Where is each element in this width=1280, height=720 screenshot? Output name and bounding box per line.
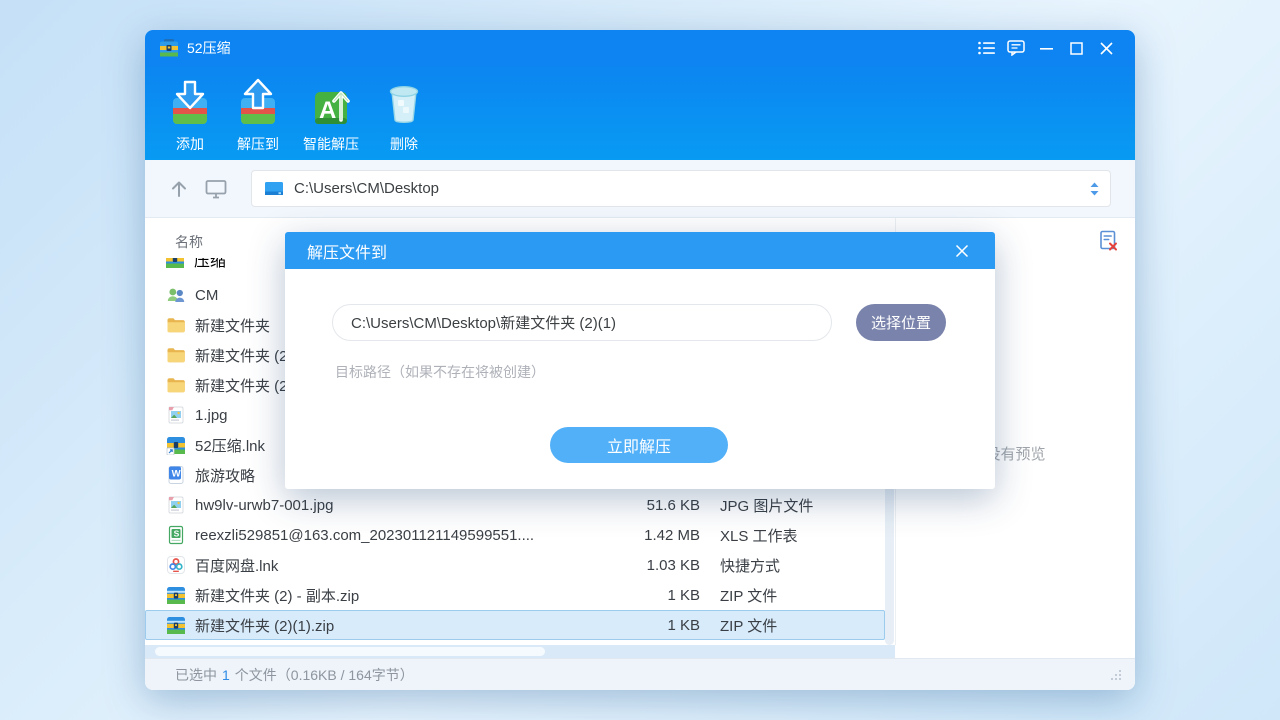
- dialog-body: 选择位置 目标路径（如果不存在将被创建） 立即解压: [285, 269, 995, 489]
- dialog-header: 解压文件到: [285, 232, 995, 269]
- target-path-hint: 目标路径（如果不存在将被创建）: [335, 362, 545, 382]
- toolbar-label: 添加: [176, 134, 204, 154]
- toolbar-extract-to-button[interactable]: 解压到: [229, 72, 287, 156]
- toolbar-add-button[interactable]: 添加: [161, 72, 219, 156]
- image-file-icon: [166, 495, 186, 515]
- close-button[interactable]: [1091, 35, 1121, 61]
- horizontal-scrollbar: [145, 645, 1135, 658]
- resize-grip[interactable]: [1109, 668, 1123, 682]
- smart-extract-icon: A: [308, 74, 354, 128]
- list-item-spreadsheet[interactable]: S reexzli529851@163.com_2023011211495995…: [145, 520, 885, 550]
- svg-text:W: W: [172, 469, 181, 480]
- title-bar: 52压缩: [145, 30, 1135, 66]
- list-item-zip-selected[interactable]: 新建文件夹 (2)(1).zip 1 KB ZIP 文件: [145, 610, 885, 640]
- toolbar-label: 删除: [390, 134, 418, 154]
- image-file-icon: [166, 405, 186, 425]
- delete-icon: [381, 74, 427, 128]
- toolbar-smart-extract-button[interactable]: A 智能解压: [297, 72, 365, 156]
- xls-sheet-icon: S: [166, 525, 186, 545]
- toolbar: 添加 解压到 A 智能解压 删除: [145, 66, 1135, 160]
- baidu-netdisk-icon: [166, 555, 186, 575]
- archive-shortcut-icon: [166, 435, 186, 455]
- choose-location-button[interactable]: 选择位置: [856, 304, 946, 341]
- toolbar-delete-button[interactable]: 删除: [375, 72, 433, 156]
- toolbar-label: 智能解压: [303, 134, 359, 154]
- no-preview-doc-icon[interactable]: [1099, 230, 1119, 257]
- archive-icon: [166, 585, 186, 605]
- app-logo-icon: [159, 39, 179, 57]
- word-doc-icon: W: [166, 465, 186, 485]
- extract-path-input[interactable]: [332, 304, 832, 341]
- svg-text:S: S: [174, 529, 180, 539]
- list-item-shortcut[interactable]: 百度网盘.lnk 1.03 KB 快捷方式: [145, 550, 885, 580]
- list-item-image[interactable]: hw9lv-urwb7-001.jpg 51.6 KB JPG 图片文件: [145, 490, 885, 520]
- extract-to-icon: [235, 74, 281, 128]
- maximize-button[interactable]: [1061, 35, 1091, 61]
- extract-dialog: 解压文件到 选择位置 目标路径（如果不存在将被创建） 立即解压: [285, 232, 995, 489]
- add-archive-icon: [167, 74, 213, 128]
- status-suffix: 个文件（0.16KB / 164字节）: [235, 665, 414, 685]
- extract-now-button[interactable]: 立即解压: [550, 427, 728, 463]
- hscroll-thumb[interactable]: [155, 647, 545, 656]
- status-count: 1: [222, 667, 230, 683]
- list-view-icon[interactable]: [971, 35, 1001, 61]
- status-bar: 已选中 1 个文件（0.16KB / 164字节）: [145, 658, 1135, 690]
- user-folder-icon: [166, 285, 186, 305]
- up-arrow-icon[interactable]: [169, 179, 189, 199]
- feedback-icon[interactable]: [1001, 35, 1031, 61]
- current-path: C:\Users\CM\Desktop: [294, 180, 1089, 197]
- folder-icon: [166, 315, 186, 335]
- status-prefix: 已选中: [175, 665, 217, 685]
- folder-icon: [166, 375, 186, 395]
- list-item-zip[interactable]: 新建文件夹 (2) - 副本.zip 1 KB ZIP 文件: [145, 580, 885, 610]
- archive-icon: [165, 258, 185, 269]
- path-combobox[interactable]: C:\Users\CM\Desktop: [251, 170, 1111, 207]
- minimize-button[interactable]: [1031, 35, 1061, 61]
- address-bar: C:\Users\CM\Desktop: [145, 160, 1135, 218]
- toolbar-label: 解压到: [237, 134, 279, 154]
- combo-spinner-icon[interactable]: [1089, 181, 1100, 197]
- path-drive-icon: [264, 181, 284, 197]
- folder-icon: [166, 345, 186, 365]
- dialog-title: 解压文件到: [307, 239, 951, 263]
- desktop-icon[interactable]: [205, 179, 227, 199]
- vertical-scrollbar[interactable]: [885, 480, 894, 645]
- dialog-close-icon[interactable]: [951, 240, 973, 262]
- archive-icon: [166, 615, 186, 635]
- hscroll-track[interactable]: [145, 645, 895, 658]
- window-title: 52压缩: [187, 38, 231, 58]
